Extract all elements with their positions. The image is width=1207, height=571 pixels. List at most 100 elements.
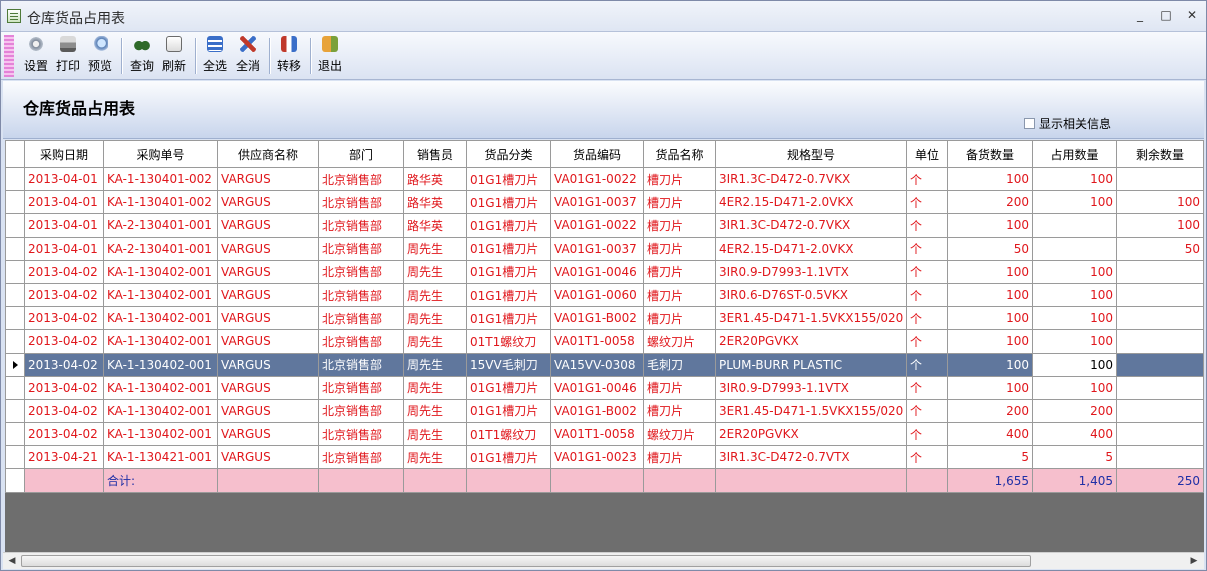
table-cell[interactable]: KA-2-130401-001	[103, 213, 218, 238]
table-row[interactable]: 2013-04-01 KA-2-130401-001 VARGUS 北京销售部 周先生 0…	[5, 236, 1204, 261]
maximize-button[interactable]: □	[1157, 7, 1175, 23]
table-cell[interactable]	[1116, 422, 1204, 447]
deselect-all-button[interactable]: 全消	[233, 36, 263, 76]
table-cell[interactable]: KA-1-130401-002	[103, 166, 218, 192]
table-cell[interactable]: 路华英	[403, 190, 467, 215]
table-cell[interactable]: 个	[906, 352, 948, 377]
table-cell[interactable]: 2ER20PGVKX	[715, 422, 907, 447]
table-cell[interactable]: KA-1-130401-002	[103, 190, 218, 215]
column-header[interactable]: 采购单号	[103, 140, 218, 168]
table-cell[interactable]: 北京销售部	[318, 398, 404, 424]
table-cell[interactable]: 周先生	[403, 282, 467, 308]
table-cell[interactable]: VARGUS	[217, 236, 319, 261]
table-cell[interactable]: 个	[906, 282, 948, 308]
table-cell[interactable]: 2013-04-01	[24, 236, 104, 261]
table-cell[interactable]: 100	[947, 306, 1033, 331]
table-cell[interactable]: VARGUS	[217, 352, 319, 377]
table-cell[interactable]: 北京销售部	[318, 282, 404, 308]
table-cell[interactable]: KA-1-130402-001	[103, 422, 218, 447]
table-cell[interactable]: 北京销售部	[318, 422, 404, 447]
table-cell[interactable]: 槽刀片	[643, 398, 716, 424]
table-cell[interactable]: KA-1-130402-001	[103, 352, 218, 377]
table-cell[interactable]: 周先生	[403, 445, 467, 470]
column-header[interactable]: 货品分类	[466, 140, 551, 168]
table-cell[interactable]: 100	[1032, 259, 1117, 284]
table-cell[interactable]: VARGUS	[217, 422, 319, 447]
column-header[interactable]: 货品编码	[550, 140, 644, 168]
table-cell[interactable]: 01G1槽刀片	[466, 190, 551, 215]
transfer-button[interactable]: 转移	[274, 36, 304, 76]
table-cell[interactable]: 15VV毛刺刀	[466, 352, 551, 377]
table-cell[interactable]: VA01G1-0022	[550, 213, 644, 238]
table-cell[interactable]: VA01G1-B002	[550, 398, 644, 424]
minimize-button[interactable]: _	[1131, 7, 1149, 23]
table-cell[interactable]: 200	[947, 190, 1033, 215]
table-row[interactable]: 2013-04-02 KA-1-130402-001 VARGUS 北京销售部 周先生 0…	[5, 375, 1204, 400]
table-cell[interactable]: 槽刀片	[643, 166, 716, 192]
settings-button[interactable]: 设置	[21, 36, 51, 76]
table-cell[interactable]: 2013-04-02	[24, 306, 104, 331]
table-cell[interactable]: 50	[947, 236, 1033, 261]
table-row-selected[interactable]: 2013-04-02 KA-1-130402-001 VARGUS 北京销售部 周先生 1…	[5, 352, 1204, 377]
table-cell[interactable]: 北京销售部	[318, 375, 404, 400]
table-cell[interactable]: KA-1-130421-001	[103, 445, 218, 470]
column-header[interactable]: 货品名称	[643, 140, 716, 168]
table-cell[interactable]: 5	[1032, 445, 1117, 470]
table-cell[interactable]: 2013-04-01	[24, 190, 104, 215]
exit-button[interactable]: 退出	[315, 36, 345, 76]
table-cell[interactable]: 周先生	[403, 352, 467, 377]
table-cell[interactable]: KA-1-130402-001	[103, 329, 218, 354]
table-cell[interactable]: 100	[947, 259, 1033, 284]
table-cell[interactable]: VA01G1-0037	[550, 236, 644, 261]
table-cell[interactable]: 3ER1.45-D471-1.5VKX155/020	[715, 306, 907, 331]
table-cell[interactable]: 路华英	[403, 213, 467, 238]
table-cell[interactable]: 100	[1032, 166, 1117, 192]
table-cell[interactable]	[1116, 398, 1204, 424]
table-cell[interactable]: 2013-04-02	[24, 375, 104, 400]
row-selector[interactable]	[5, 259, 25, 284]
refresh-button[interactable]: 刷新	[159, 36, 189, 76]
row-selector[interactable]	[5, 398, 25, 424]
table-cell[interactable]: 个	[906, 306, 948, 331]
table-cell[interactable]: 100	[1032, 352, 1117, 377]
table-cell[interactable]: KA-1-130402-001	[103, 398, 218, 424]
scrollbar-thumb[interactable]	[21, 555, 1031, 567]
table-cell[interactable]: 3ER1.45-D471-1.5VKX155/020	[715, 398, 907, 424]
show-related-info-checkbox[interactable]: 显示相关信息	[1024, 115, 1111, 132]
table-cell[interactable]: VARGUS	[217, 190, 319, 215]
table-cell[interactable]: 100	[1116, 213, 1204, 238]
table-cell[interactable]: 01G1槽刀片	[466, 445, 551, 470]
table-cell[interactable]: 01G1槽刀片	[466, 306, 551, 331]
row-selector[interactable]	[5, 375, 25, 400]
table-cell[interactable]: VARGUS	[217, 375, 319, 400]
table-cell[interactable]: 100	[1032, 329, 1117, 354]
column-header[interactable]: 单位	[906, 140, 948, 168]
table-cell[interactable]: 槽刀片	[643, 213, 716, 238]
table-cell[interactable]: 槽刀片	[643, 190, 716, 215]
table-row[interactable]: 2013-04-02 KA-1-130402-001 VARGUS 北京销售部 周先生 0…	[5, 282, 1204, 308]
table-cell[interactable]: 槽刀片	[643, 445, 716, 470]
table-cell[interactable]	[1116, 259, 1204, 284]
query-button[interactable]: 查询	[127, 36, 157, 76]
table-cell[interactable]: KA-1-130402-001	[103, 306, 218, 331]
table-cell[interactable]: 100	[1032, 282, 1117, 308]
table-cell[interactable]: KA-1-130402-001	[103, 375, 218, 400]
table-cell[interactable]: 槽刀片	[643, 259, 716, 284]
table-cell[interactable]: 400	[947, 422, 1033, 447]
table-cell[interactable]: 4ER2.15-D471-2.0VKX	[715, 190, 907, 215]
table-cell[interactable]: 槽刀片	[643, 236, 716, 261]
table-cell[interactable]	[1032, 236, 1117, 261]
table-cell[interactable]: 200	[947, 398, 1033, 424]
table-cell[interactable]: VA01G1-0060	[550, 282, 644, 308]
horizontal-scrollbar[interactable]: ◀ ▶	[3, 552, 1204, 569]
table-cell[interactable]: 400	[1032, 422, 1117, 447]
select-all-button[interactable]: 全选	[200, 36, 230, 76]
table-cell[interactable]: VA01T1-0058	[550, 329, 644, 354]
table-cell[interactable]: 2013-04-02	[24, 259, 104, 284]
table-cell[interactable]: 2013-04-02	[24, 398, 104, 424]
column-header[interactable]: 采购日期	[24, 140, 104, 168]
table-cell[interactable]: 毛刺刀	[643, 352, 716, 377]
table-cell[interactable]	[1116, 166, 1204, 192]
table-cell[interactable]	[1116, 352, 1204, 377]
table-cell[interactable]: 01G1槽刀片	[466, 375, 551, 400]
